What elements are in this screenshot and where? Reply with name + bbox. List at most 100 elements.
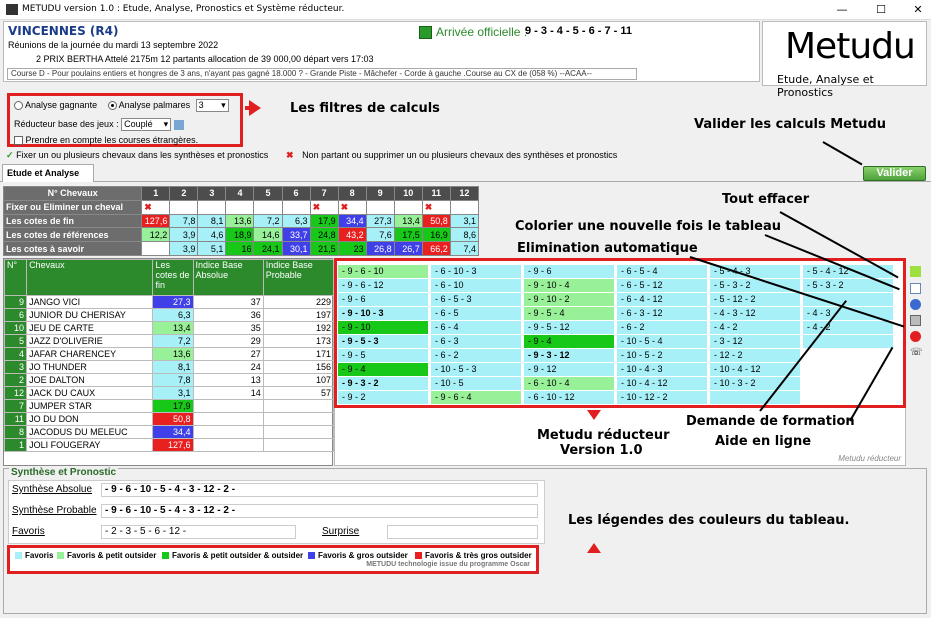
cote-cell: 33,7 — [281, 227, 311, 243]
reducteur-footer: Metudu réducteur — [838, 454, 901, 463]
horse-name: JO DU DON — [26, 412, 154, 426]
cote-cell: 127,6 — [141, 213, 171, 229]
col-number-3: 3 — [197, 186, 227, 201]
legend-swatch — [415, 552, 422, 560]
arrow-stem — [245, 106, 253, 110]
window-title: METUDU version 1.0 : Etude, Analyse, Pro… — [22, 4, 345, 14]
col-header-absolue: Indice Base Absolue — [192, 259, 264, 296]
col-number-2: 2 — [169, 186, 199, 201]
elimination-icon[interactable] — [910, 299, 921, 310]
horse-indice-absolue: 35 — [192, 321, 264, 335]
help-icon[interactable]: ☏ — [910, 347, 923, 358]
palmares-select[interactable]: 3 ▾ — [195, 99, 229, 112]
cross-icon: ✖ — [312, 201, 321, 212]
cote-cell: 23 — [337, 241, 367, 256]
logo-subtitle: Etude, Analyse et Pronostics — [777, 73, 874, 99]
cote-cell: 13,6 — [225, 213, 255, 229]
chevron-down-icon: ▾ — [221, 100, 226, 110]
valider-button[interactable]: Valider — [863, 166, 926, 181]
cote-cell: 18,9 — [225, 227, 255, 243]
probable-label: Synthèse Probable — [12, 505, 97, 516]
maximize-button[interactable]: ☐ — [871, 3, 891, 16]
horse-indice-absolue — [192, 425, 264, 439]
grid-icon[interactable] — [173, 119, 184, 130]
fix-cell[interactable] — [449, 199, 480, 215]
table-row[interactable]: 6 JUNIOR DU CHERISAY 6,3 36 197 — [3, 308, 335, 322]
non-partant-label: Non partant ou supprimer un ou plusieurs… — [302, 150, 618, 160]
minimize-button[interactable]: — — [832, 3, 852, 16]
col-number-6: 6 — [281, 186, 311, 201]
surprise-field — [387, 525, 538, 539]
legend-label: Favoris & très gros outsider — [425, 551, 532, 560]
horses-table: N° Chevaux Les cotes de fin Indice Base … — [3, 258, 335, 466]
horse-number: 4 — [3, 347, 28, 361]
fix-cell[interactable] — [225, 199, 255, 215]
close-button[interactable]: ✕ — [908, 3, 928, 16]
table-row[interactable]: 2 JOE DALTON 7,8 13 107 — [3, 373, 335, 387]
horse-indice-probable: 156 — [262, 360, 335, 374]
absolue-field: - 9 - 6 - 10 - 5 - 4 - 3 - 12 - 2 - — [101, 483, 538, 497]
table-row[interactable]: 7 JUMPER STAR 17,9 — [3, 399, 335, 413]
cote-cell: 16 — [225, 241, 255, 256]
table-row[interactable]: 10 JEU DE CARTE 13,4 35 192 — [3, 321, 335, 335]
fix-cell[interactable] — [169, 199, 199, 215]
fix-cell[interactable] — [393, 199, 423, 215]
hippodrome-title: VINCENNES (R4) — [8, 24, 119, 38]
annotation-formation: Demande de formation — [686, 414, 855, 429]
annotation-legendes: Les légendes des couleurs du tableau. — [568, 513, 850, 528]
horse-name: JEU DE CARTE — [26, 321, 154, 335]
horse-cote: 50,8 — [152, 412, 194, 426]
horse-cote: 34,4 — [152, 425, 194, 439]
horse-indice-absolue: 36 — [192, 308, 264, 322]
horse-name: JAZZ D'OLIVERIE — [26, 334, 154, 348]
table-row[interactable]: 1 JOLI FOUGERAY 127,6 — [3, 438, 335, 452]
horse-name: JACK DU CAUX — [26, 386, 154, 400]
legend-swatch — [162, 552, 169, 560]
col-header-num: N° — [3, 259, 28, 296]
table-row[interactable]: 11 JO DU DON 50,8 — [3, 412, 335, 426]
table-row[interactable]: 3 JO THUNDER 8,1 24 156 — [3, 360, 335, 374]
colorier-icon[interactable] — [910, 283, 921, 294]
reunions-text: Réunions de la journée du mardi 13 septe… — [8, 40, 219, 50]
fix-cell[interactable]: ✖ — [421, 199, 451, 215]
surprise-label: Surprise — [322, 526, 360, 537]
numtable-row-label: Les cotes à savoir — [2, 241, 143, 256]
fix-cell[interactable] — [253, 199, 283, 215]
col-number-5: 5 — [253, 186, 283, 201]
fix-cell[interactable]: ✖ — [337, 199, 367, 215]
fix-cell[interactable] — [281, 199, 311, 215]
table-row[interactable]: 8 JACODUS DU MELEUC 34,4 — [3, 425, 335, 439]
cross-icon: ✖ — [286, 150, 294, 160]
logo-title: Metudu — [785, 26, 916, 67]
horse-number: 9 — [3, 295, 28, 309]
legend-label: Favoris & gros outsider — [318, 551, 408, 560]
flag-icon — [419, 26, 432, 39]
etrangeres-checkbox[interactable] — [14, 136, 23, 146]
tab-etude-analyse[interactable]: Etude et Analyse — [2, 164, 94, 182]
printer-icon[interactable] — [910, 315, 921, 326]
fix-cell[interactable] — [365, 199, 395, 215]
horse-name: JUMPER STAR — [26, 399, 154, 413]
legend-item: Favoris & petit outsider — [57, 551, 156, 560]
table-row[interactable]: 5 JAZZ D'OLIVERIE 7,2 29 173 — [3, 334, 335, 348]
col-number-7: 7 — [309, 186, 339, 201]
reducteur-select[interactable]: Couplé ▾ — [121, 118, 172, 131]
analyse-palmares-radio[interactable] — [107, 101, 117, 111]
horse-cote: 7,8 — [152, 373, 194, 387]
table-row[interactable]: 4 JAFAR CHARENCEY 13,6 27 171 — [3, 347, 335, 361]
cote-cell: 17,5 — [393, 227, 423, 243]
analyse-gagnante-radio[interactable] — [14, 101, 23, 111]
fix-cell[interactable]: ✖ — [309, 199, 339, 215]
table-row[interactable]: 9 JANGO VICI 27,3 37 229 — [3, 295, 335, 309]
formation-icon[interactable] — [910, 331, 921, 342]
fix-cell[interactable] — [197, 199, 227, 215]
numtable-header: N° Chevaux — [2, 186, 143, 201]
fix-cell[interactable]: ✖ — [141, 199, 171, 215]
horse-number: 8 — [3, 425, 28, 439]
horse-indice-absolue: 27 — [192, 347, 264, 361]
cote-cell: 43,2 — [337, 227, 367, 243]
table-row[interactable]: 12 JACK DU CAUX 3,1 14 57 — [3, 386, 335, 400]
tout-effacer-icon[interactable] — [910, 266, 921, 277]
col-number-9: 9 — [365, 186, 395, 201]
prix-text: 2 PRIX BERTHA Attelé 2175m 12 partants a… — [36, 54, 374, 64]
